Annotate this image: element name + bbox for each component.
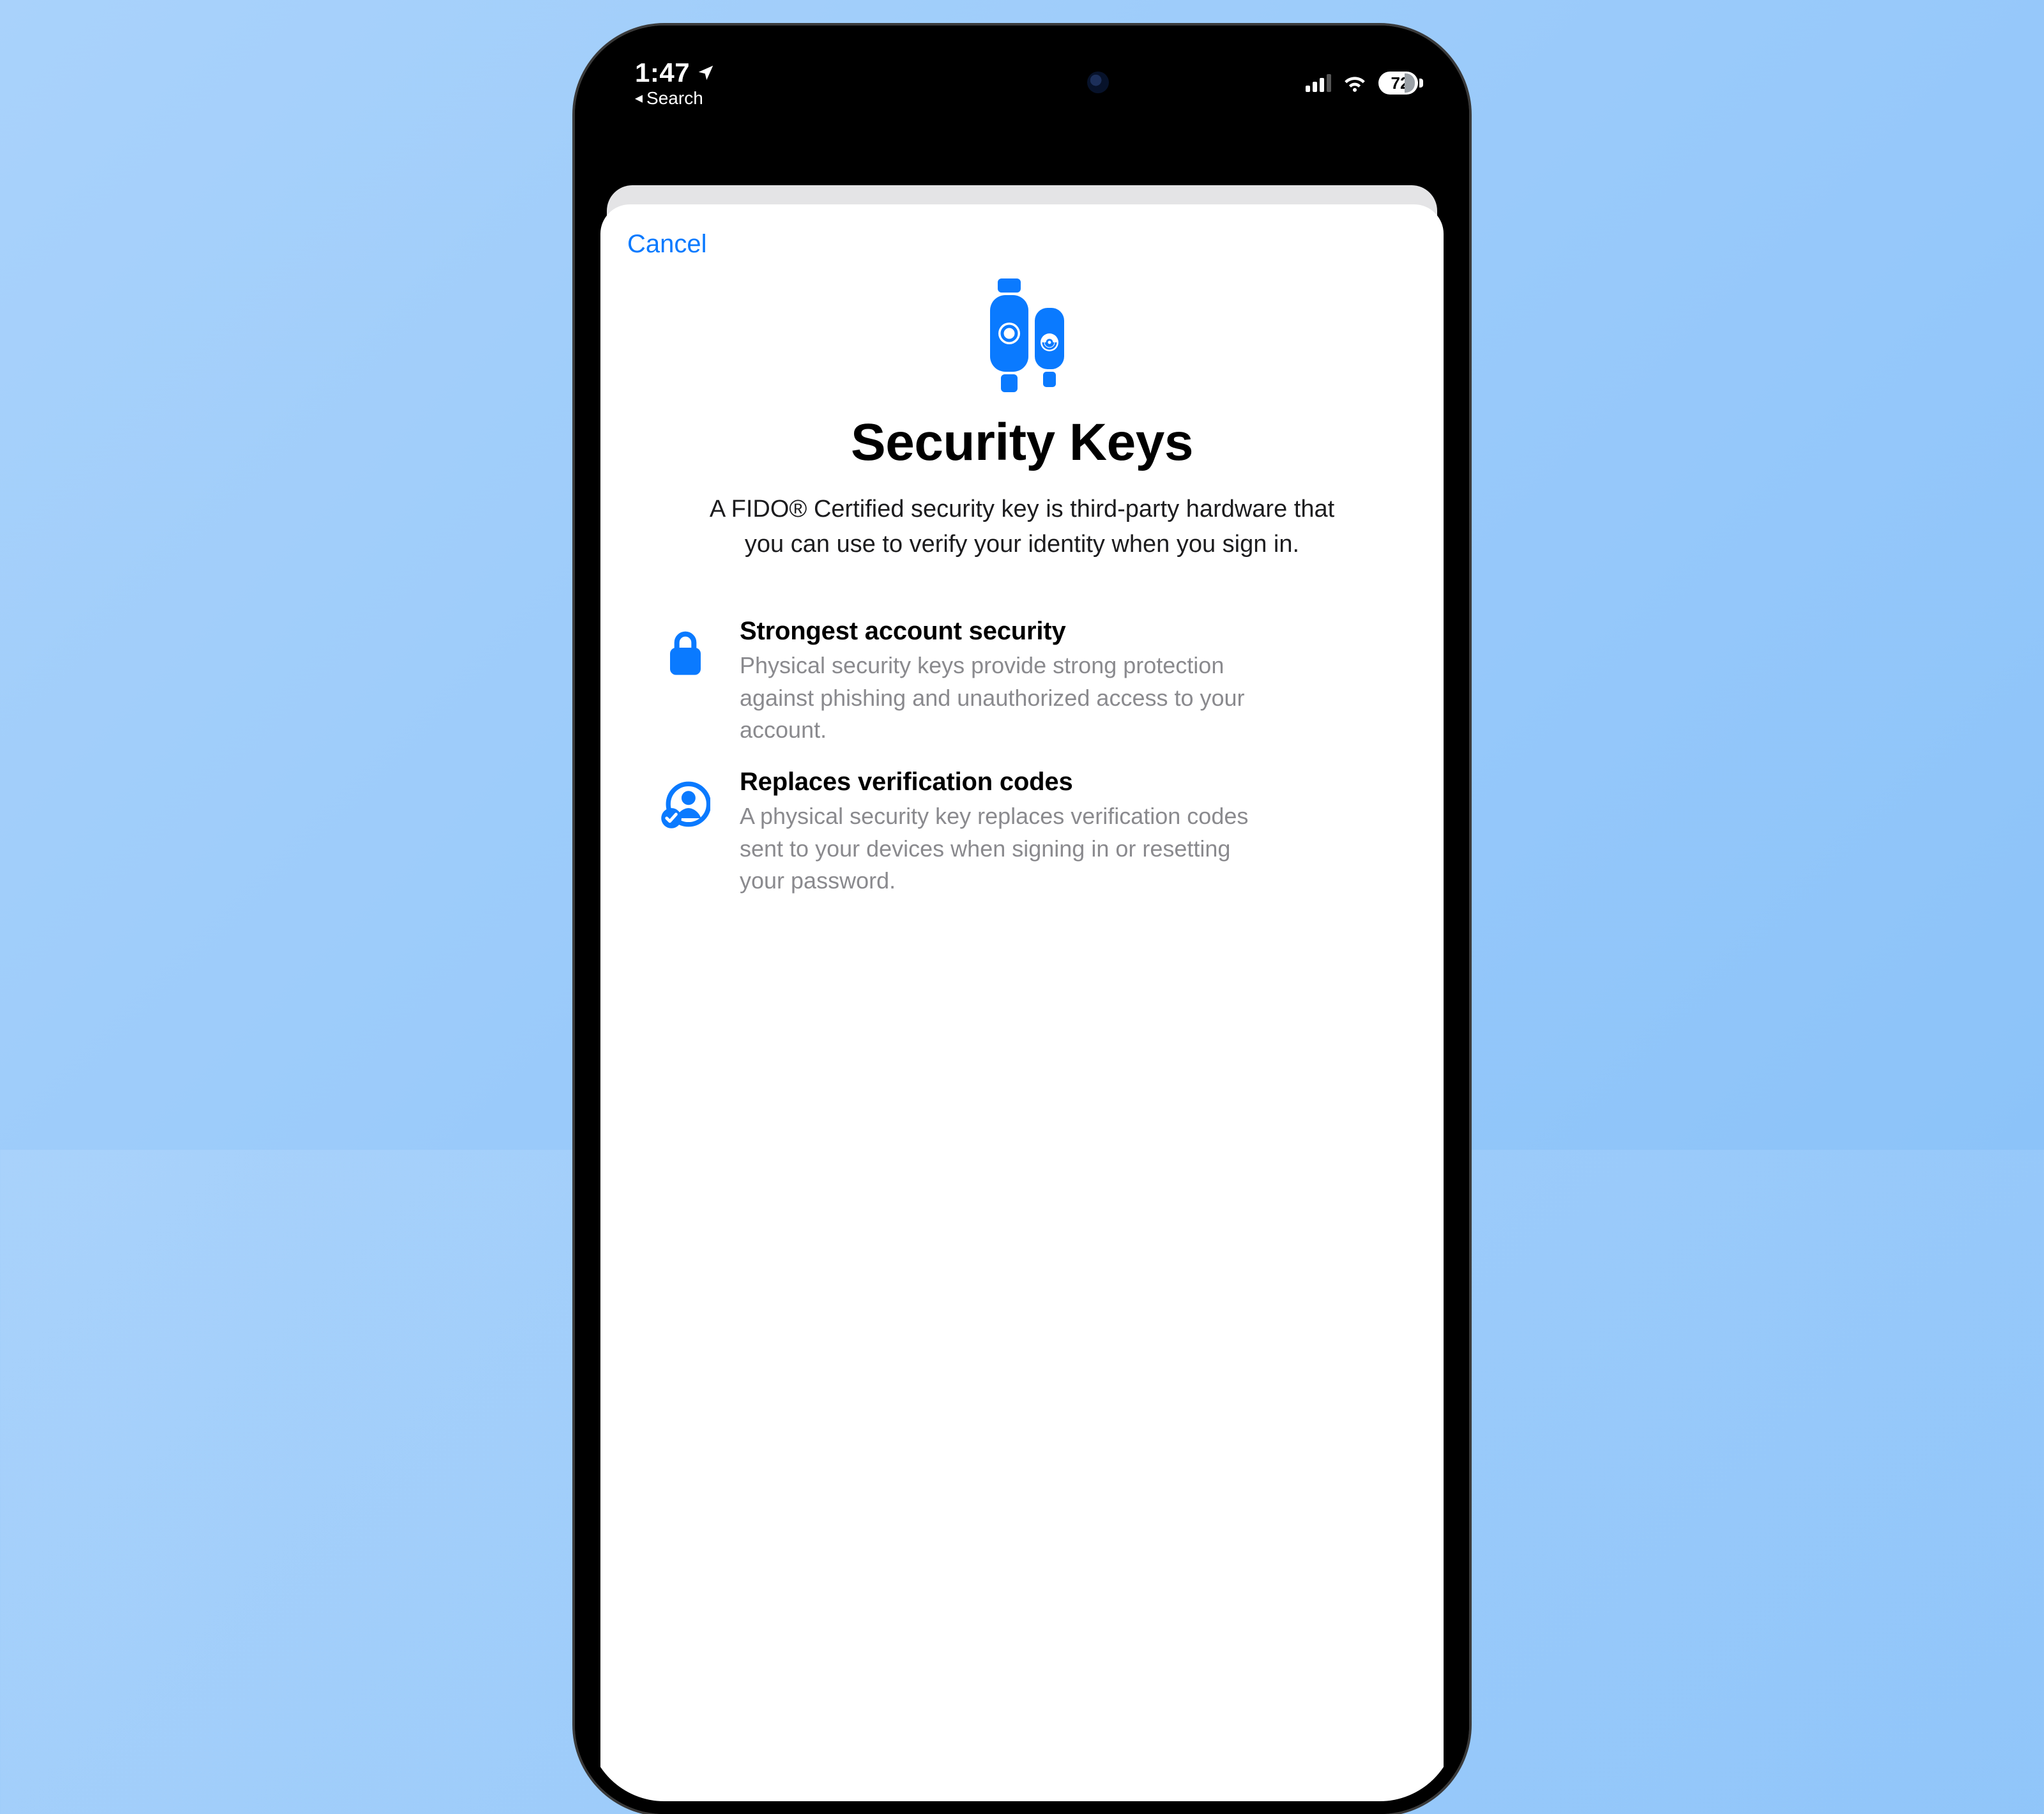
sheet-title: Security Keys (851, 413, 1193, 473)
feature-title: Replaces verification codes (740, 768, 1263, 796)
feature-title: Strongest account security (740, 617, 1263, 646)
breadcrumb[interactable]: ◂ Search (635, 88, 715, 109)
sheet-subtitle: A FIDO® Certified security key is third-… (690, 492, 1354, 562)
modal-sheet: Cancel (600, 204, 1444, 1801)
chevron-left-icon: ◂ (635, 91, 643, 106)
status-time: 1:47 (635, 57, 690, 88)
feature-item: Replaces verification codes A physical s… (657, 768, 1387, 897)
security-keys-icon (965, 276, 1079, 404)
feature-item: Strongest account security Physical secu… (657, 617, 1387, 746)
location-arrow-icon (696, 63, 715, 82)
battery-indicator: 72 (1378, 72, 1418, 95)
cancel-button[interactable]: Cancel (626, 227, 708, 261)
dynamic-island (920, 57, 1124, 107)
person-check-icon (660, 779, 710, 832)
wifi-icon (1343, 74, 1367, 92)
cellular-signal-icon (1306, 74, 1331, 92)
feature-desc: Physical security keys provide strong pr… (740, 650, 1263, 746)
lock-icon (665, 629, 706, 680)
feature-list: Strongest account security Physical secu… (626, 617, 1418, 897)
phone-frame: 1:47 ◂ Search (575, 26, 1469, 1814)
sheet-nav: Cancel (626, 221, 1418, 267)
screen: 1:47 ◂ Search (588, 38, 1456, 1801)
breadcrumb-label: Search (646, 88, 703, 109)
front-camera-icon (1087, 72, 1109, 93)
stage: 1:47 ◂ Search (0, 0, 2044, 1150)
feature-desc: A physical security key replaces verific… (740, 800, 1263, 897)
sheet-hero: Security Keys A FIDO® Certified security… (626, 267, 1418, 562)
